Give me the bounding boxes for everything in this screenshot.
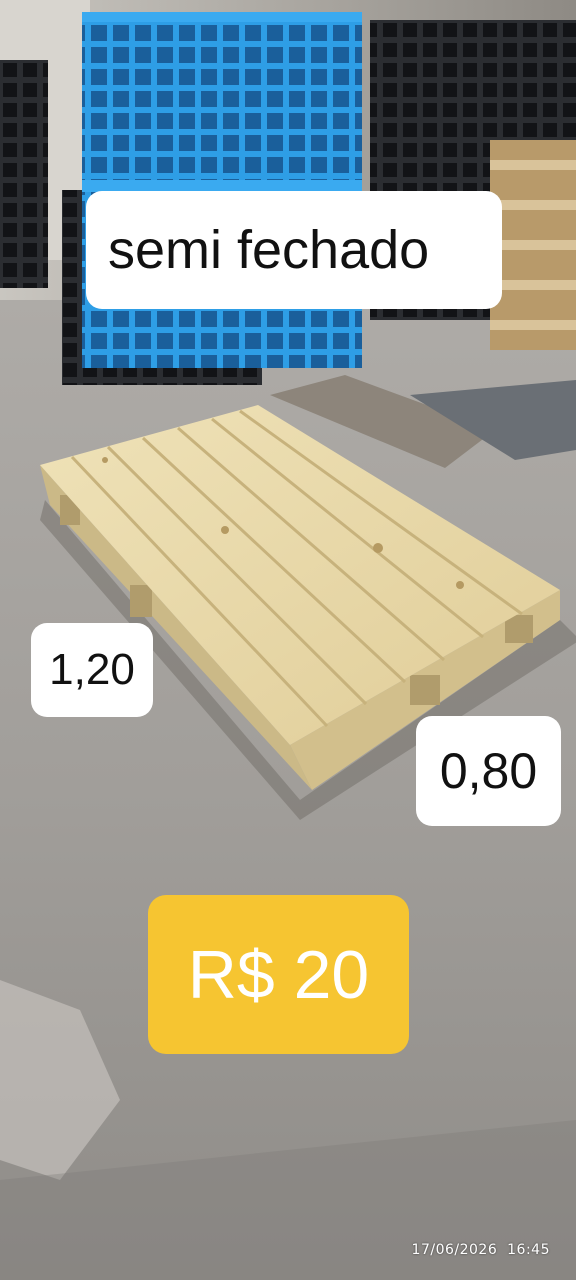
- price-badge: R$ 20: [148, 895, 409, 1054]
- title-label: semi fechado: [86, 191, 502, 309]
- product-photo: semi fechado 1,20 0,80 R$ 20 17/06/2026 …: [0, 0, 576, 1280]
- width-label: 0,80: [416, 716, 561, 826]
- timestamp-date: 17/06/2026: [411, 1242, 498, 1258]
- black-plastic-pallet-left: [0, 60, 48, 288]
- stacked-wooden-pallets: [490, 140, 576, 350]
- timestamp-time: 16:45: [507, 1242, 550, 1258]
- photo-timestamp: 17/06/2026 16:45: [412, 1242, 550, 1258]
- length-label: 1,20: [31, 623, 153, 717]
